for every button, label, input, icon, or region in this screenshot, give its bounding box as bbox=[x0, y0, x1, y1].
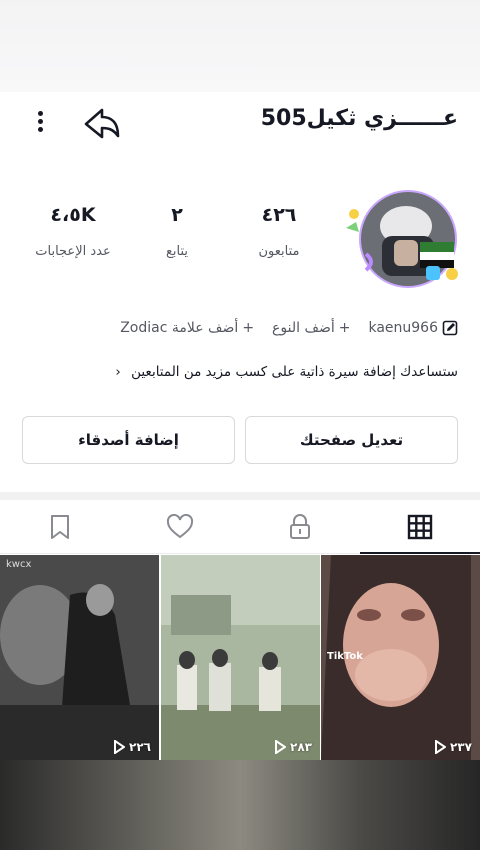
edit-icon bbox=[442, 320, 458, 336]
bottom-area bbox=[0, 760, 480, 850]
add-gender-button[interactable]: + أضف النوع bbox=[272, 320, 350, 336]
video-watermark: kwcx bbox=[6, 559, 32, 570]
followers-label: متابعون bbox=[258, 244, 300, 259]
stat-likes[interactable]: ٤،٥K عدد الإعجابات bbox=[18, 204, 128, 259]
view-count: ٢٢٦ bbox=[113, 740, 151, 754]
chevron-left-icon: ‹ bbox=[115, 364, 121, 380]
following-count: ٢ bbox=[171, 204, 183, 226]
video-thumbnail[interactable]: ٢٨٣ bbox=[161, 555, 320, 760]
view-count: ٢٨٣ bbox=[274, 740, 312, 754]
video-thumbnail[interactable]: kwcx ٢٢٦ bbox=[0, 555, 159, 760]
likes-label: عدد الإعجابات bbox=[35, 244, 111, 259]
add-zodiac-button[interactable]: + أضف علامة Zodiac bbox=[120, 320, 254, 336]
bookmark-icon bbox=[51, 515, 69, 539]
edit-profile-button[interactable]: تعديل صفحتك bbox=[245, 416, 458, 464]
stat-following[interactable]: ٢ يتابع bbox=[122, 204, 232, 259]
section-divider bbox=[0, 492, 480, 500]
stat-followers[interactable]: ٤٢٦ متابعون bbox=[224, 204, 334, 259]
add-gender-label: أضف النوع bbox=[272, 320, 335, 336]
video-watermark: TikTok bbox=[327, 651, 363, 662]
profile-tabs bbox=[0, 500, 480, 554]
bio-hint-text: ستساعدك إضافة سيرة ذاتية على كسب مزيد من… bbox=[131, 364, 458, 380]
add-zodiac-label: أضف علامة Zodiac bbox=[120, 320, 239, 336]
handle-item[interactable]: kaenu966 bbox=[368, 320, 458, 336]
profile-header: عــــــزي ثكيل505 bbox=[0, 92, 480, 154]
view-count-text: ٢٨٣ bbox=[290, 740, 312, 754]
view-count-text: ٢٣٧ bbox=[450, 740, 472, 754]
lock-icon bbox=[290, 514, 310, 539]
likes-count: ٤،٥K bbox=[50, 204, 96, 226]
profile-meta-row: kaenu966 + أضف النوع + أضف علامة Zodiac bbox=[120, 320, 458, 336]
grid-icon bbox=[407, 514, 433, 540]
video-thumbnail[interactable]: TikTok ٢٣٧ bbox=[321, 555, 480, 760]
play-icon bbox=[435, 740, 447, 754]
video-grid: kwcx ٢٢٦ ٢٨٣ TikTok ٢٣٧ bbox=[0, 555, 480, 760]
profile-avatar[interactable] bbox=[346, 184, 464, 294]
handle-text: kaenu966 bbox=[368, 320, 438, 336]
tab-videos[interactable] bbox=[360, 500, 480, 554]
tab-favorites[interactable] bbox=[0, 500, 120, 554]
plus-icon: + bbox=[338, 320, 351, 336]
followers-count: ٤٢٦ bbox=[261, 204, 297, 226]
view-count-text: ٢٢٦ bbox=[129, 740, 151, 754]
play-icon bbox=[114, 740, 126, 754]
following-label: يتابع bbox=[165, 244, 189, 259]
status-area bbox=[0, 0, 480, 92]
play-icon bbox=[275, 740, 287, 754]
profile-username: عــــــزي ثكيل505 bbox=[260, 106, 458, 131]
add-friends-button[interactable]: إضافة أصدقاء bbox=[22, 416, 235, 464]
plus-icon: + bbox=[242, 320, 255, 336]
tab-liked[interactable] bbox=[120, 500, 240, 554]
more-options-icon[interactable] bbox=[28, 108, 52, 138]
view-count: ٢٣٧ bbox=[434, 740, 472, 754]
heart-icon bbox=[166, 514, 194, 539]
tab-private[interactable] bbox=[240, 500, 360, 554]
bio-hint[interactable]: ستساعدك إضافة سيرة ذاتية على كسب مزيد من… bbox=[115, 364, 458, 380]
active-tab-indicator bbox=[360, 552, 480, 554]
share-icon[interactable] bbox=[82, 106, 122, 142]
